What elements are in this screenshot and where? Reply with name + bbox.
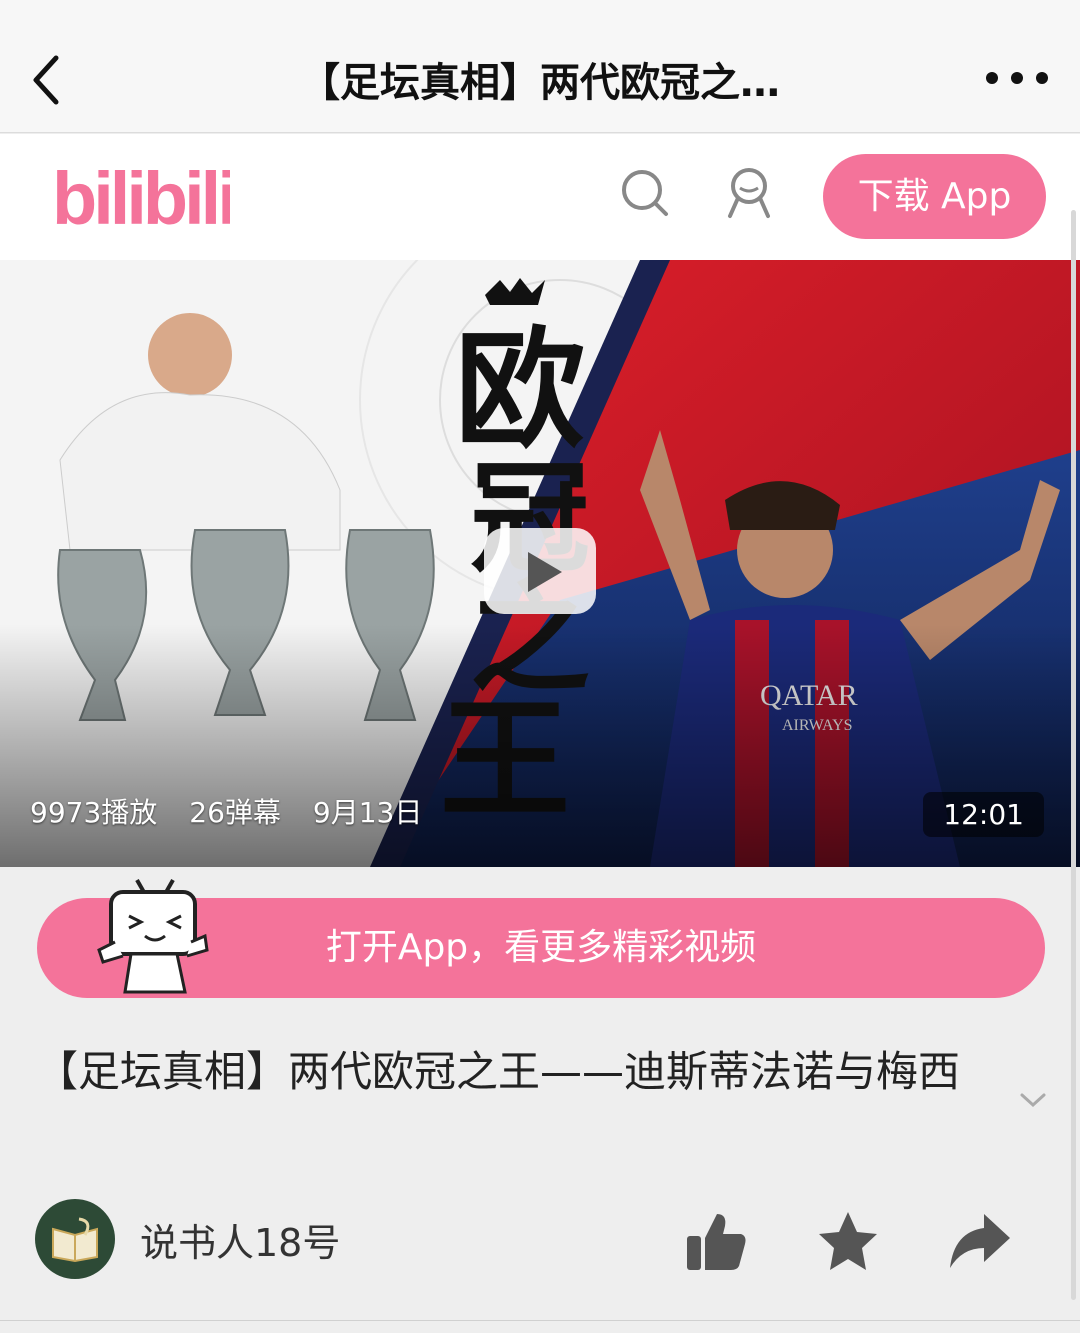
play-button[interactable] — [484, 528, 596, 614]
tv-mascot-icon — [97, 879, 209, 994]
book-icon — [52, 1217, 98, 1263]
author-name[interactable]: 说书人18号 — [140, 1212, 340, 1267]
page: 【足坛真相】两代欧冠之… bilibili 下载 App 9973播放 26弹幕… — [0, 0, 1080, 1333]
user-icon[interactable] — [722, 164, 776, 222]
divider — [0, 1320, 1080, 1321]
bilibili-logo[interactable]: bilibili — [50, 154, 230, 238]
play-count: 9973播放 — [30, 796, 158, 829]
avatar[interactable] — [35, 1199, 115, 1279]
video-duration: 12:01 — [923, 792, 1044, 837]
download-app-button[interactable]: 下载 App — [823, 154, 1046, 239]
svg-text:bilibili: bilibili — [52, 157, 230, 238]
video-cover[interactable]: 欧 冠 之 王 QATAR AIRWAYS 9973播放 26弹幕 9月13日 … — [0, 260, 1080, 867]
upload-date: 9月13日 — [312, 796, 423, 829]
chevron-left-icon[interactable] — [22, 44, 78, 114]
video-stats: 9973播放 26弹幕 9月13日 — [30, 791, 422, 831]
danmaku-count: 26弹幕 — [189, 796, 281, 829]
page-title: 【足坛真相】两代欧冠之… — [300, 60, 780, 106]
nav-bar: 【足坛真相】两代欧冠之… — [0, 0, 1080, 133]
like-icon[interactable] — [683, 1208, 749, 1274]
scrollbar[interactable] — [1071, 210, 1076, 1300]
more-dots-icon[interactable] — [982, 60, 1052, 96]
search-icon[interactable] — [618, 166, 672, 220]
chevron-down-icon[interactable] — [1018, 1090, 1048, 1110]
favorite-star-icon[interactable] — [815, 1208, 881, 1274]
share-icon[interactable] — [946, 1208, 1012, 1274]
video-title: 【足坛真相】两代欧冠之王——迪斯蒂法诺与梅西 — [36, 1047, 961, 1096]
